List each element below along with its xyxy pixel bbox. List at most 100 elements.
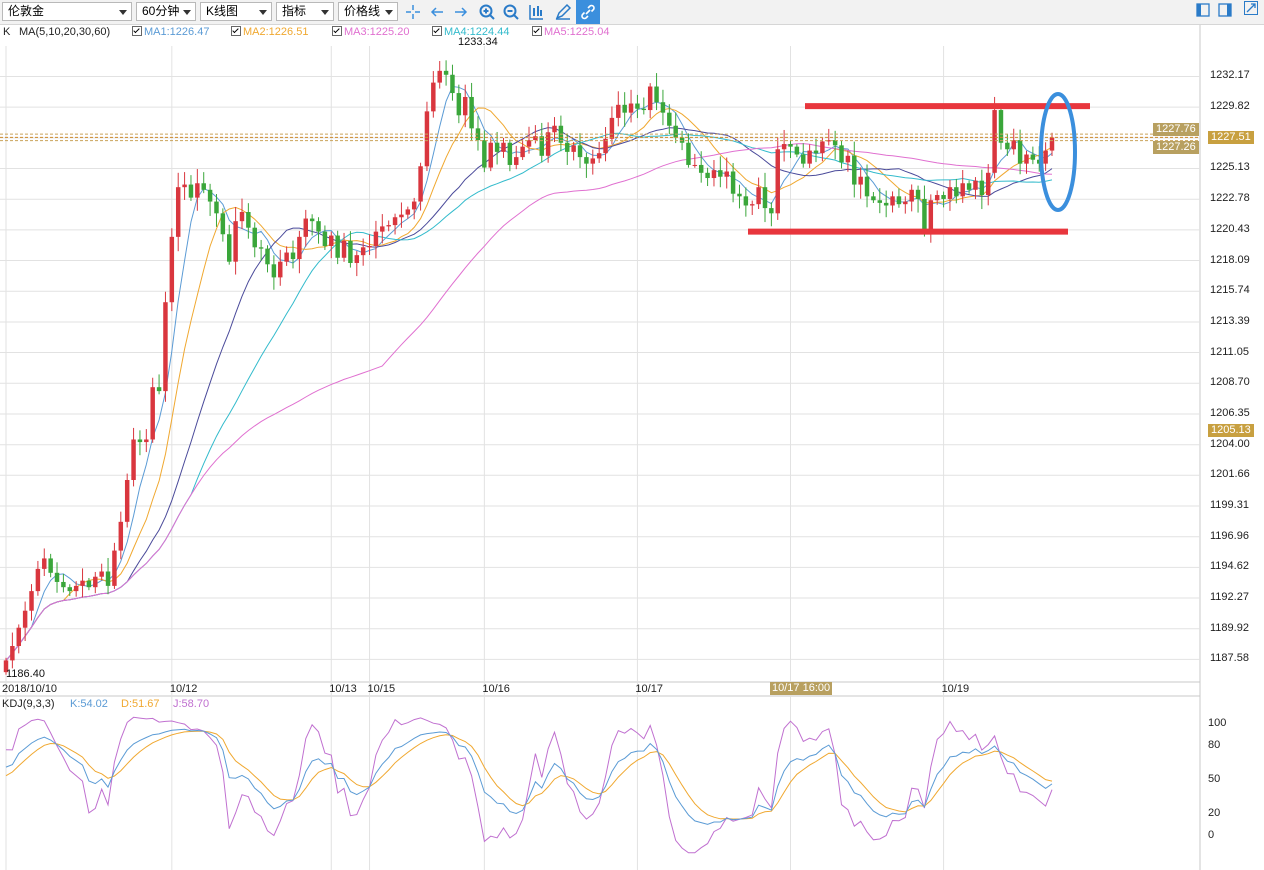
candle-body bbox=[322, 231, 328, 247]
candle-body bbox=[1049, 137, 1055, 151]
candle-body bbox=[628, 103, 634, 113]
candle-body bbox=[864, 176, 870, 197]
candle-body bbox=[80, 580, 85, 586]
candle-body bbox=[61, 581, 66, 588]
candle-body bbox=[437, 70, 442, 83]
candle-body bbox=[647, 86, 653, 111]
price-tag: 1227.51 bbox=[1208, 131, 1254, 145]
ma-line bbox=[5, 132, 1053, 661]
candle-body bbox=[845, 155, 851, 163]
candle-body bbox=[252, 227, 257, 248]
candle-body bbox=[73, 585, 79, 592]
candle-body bbox=[507, 142, 513, 165]
crosshair-date-tag: 10/17 16:00 bbox=[770, 682, 833, 695]
candle-body bbox=[329, 235, 334, 247]
candle-body bbox=[565, 142, 570, 152]
candle-body bbox=[622, 104, 627, 113]
price-tick-label: 1215.74 bbox=[1210, 284, 1250, 297]
candle-body bbox=[124, 479, 130, 522]
price-tick-label: 1218.09 bbox=[1210, 253, 1250, 266]
candle-body bbox=[354, 255, 360, 263]
candle-body bbox=[182, 184, 187, 188]
price-tick-label: 1204.00 bbox=[1210, 437, 1250, 450]
candle-body bbox=[903, 201, 908, 205]
candle-body bbox=[207, 189, 213, 202]
candle-body bbox=[737, 193, 742, 197]
candle-body bbox=[979, 180, 985, 196]
candle-body bbox=[966, 183, 972, 190]
price-tag: 1227.76 bbox=[1153, 123, 1199, 137]
price-tag: 1205.13 bbox=[1208, 423, 1254, 437]
kdj-tick-label: 20 bbox=[1208, 806, 1221, 819]
candle-body bbox=[316, 221, 321, 232]
candle-body bbox=[807, 150, 812, 164]
candle-body bbox=[118, 521, 124, 551]
candle-body bbox=[278, 261, 283, 278]
candle-body bbox=[335, 235, 340, 258]
candle-body bbox=[462, 96, 468, 116]
candle-body bbox=[284, 252, 289, 262]
candle-body bbox=[405, 209, 411, 215]
candle-body bbox=[724, 171, 729, 177]
candle-body bbox=[871, 196, 876, 201]
candle-body bbox=[469, 96, 474, 129]
candle-body bbox=[813, 150, 819, 154]
candle-body bbox=[246, 212, 251, 228]
candle-body bbox=[188, 184, 194, 198]
time-tick-label: 10/19 bbox=[941, 683, 970, 695]
time-tick-label: 10/12 bbox=[169, 683, 198, 695]
candle-body bbox=[960, 183, 965, 197]
candle-body bbox=[635, 103, 640, 109]
candle-body bbox=[858, 176, 863, 185]
candle-body bbox=[890, 196, 895, 206]
time-tick-label: 10/13 bbox=[329, 683, 357, 695]
candle-body bbox=[769, 208, 774, 214]
candle-body bbox=[698, 164, 704, 173]
candle-body bbox=[386, 225, 391, 227]
kdj-k-value: K:54.02 bbox=[70, 698, 108, 710]
candle-body bbox=[539, 136, 544, 156]
candle-body bbox=[131, 439, 136, 480]
candle-body bbox=[201, 183, 206, 190]
candle-body bbox=[909, 189, 914, 202]
time-tick-label: 2018/10/10 bbox=[2, 683, 58, 695]
candle-body bbox=[105, 571, 111, 586]
candle-body bbox=[431, 82, 436, 112]
candle-body bbox=[743, 196, 749, 206]
candle-body bbox=[450, 74, 455, 94]
candle-body bbox=[533, 136, 538, 141]
candle-body bbox=[641, 108, 647, 111]
candle-body bbox=[992, 110, 997, 173]
time-tick-label: 10/15 bbox=[367, 683, 396, 695]
candle-body bbox=[616, 104, 621, 118]
candle-body bbox=[660, 102, 666, 113]
candle-body bbox=[756, 187, 761, 205]
price-tick-label: 1222.78 bbox=[1210, 192, 1250, 205]
candle-body bbox=[175, 187, 181, 237]
ma-line bbox=[5, 107, 1053, 661]
candle-body bbox=[609, 117, 615, 139]
candle-body bbox=[443, 70, 449, 75]
price-tick-label: 1213.39 bbox=[1210, 314, 1250, 327]
candle-body bbox=[973, 180, 978, 190]
candle-body bbox=[667, 112, 672, 126]
price-chart[interactable] bbox=[0, 0, 1264, 870]
candle-body bbox=[494, 142, 500, 152]
time-tick-label: 10/17 bbox=[635, 683, 663, 695]
price-tick-label: 1201.66 bbox=[1210, 468, 1250, 481]
kdj-tick-label: 0 bbox=[1208, 829, 1215, 841]
candle-body bbox=[156, 387, 162, 392]
candle-body bbox=[144, 439, 149, 443]
candle-body bbox=[775, 149, 780, 214]
candle-body bbox=[571, 145, 576, 152]
candle-body bbox=[1043, 150, 1048, 164]
price-tick-label: 1199.31 bbox=[1210, 499, 1249, 511]
price-tick-label: 1192.27 bbox=[1210, 591, 1249, 604]
candle-body bbox=[686, 142, 691, 165]
candle-body bbox=[93, 576, 98, 588]
candle-body bbox=[10, 646, 15, 661]
kdj-d-line bbox=[5, 730, 1053, 820]
candle-body bbox=[915, 189, 921, 199]
candle-body bbox=[195, 183, 200, 198]
candle-body bbox=[514, 157, 519, 165]
